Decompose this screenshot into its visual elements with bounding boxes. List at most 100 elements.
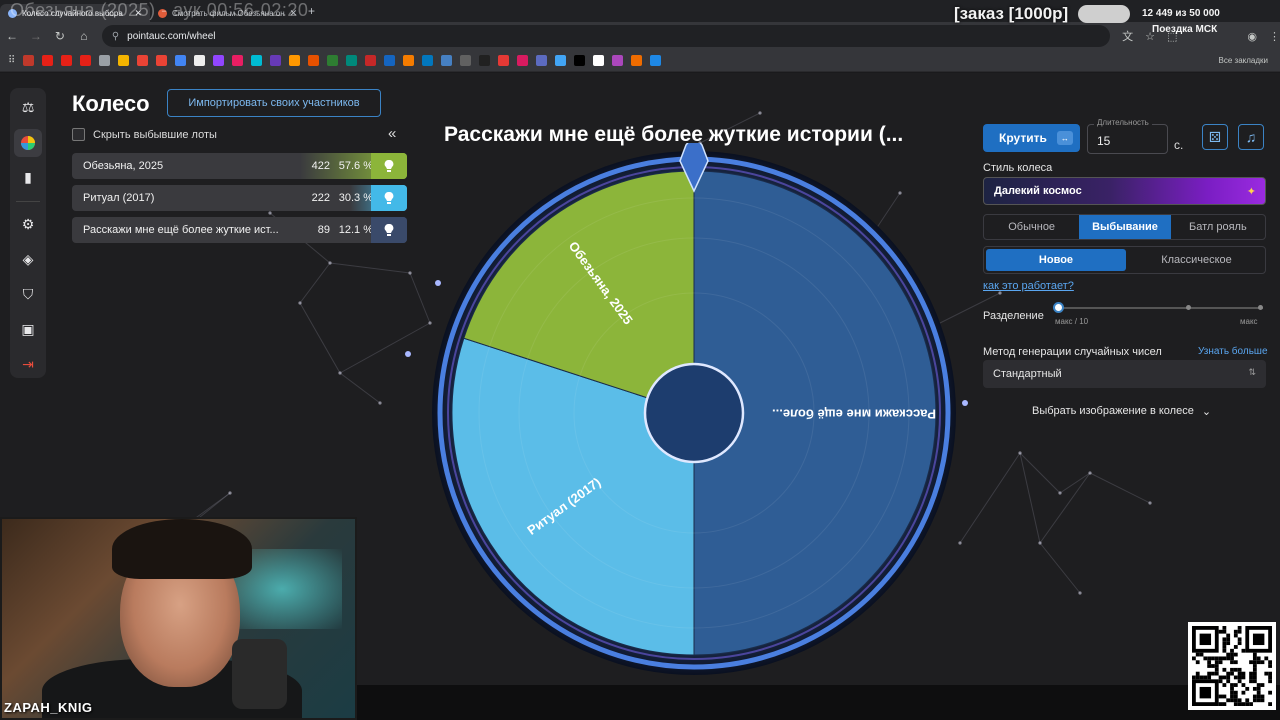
dice-icon[interactable]: ⚄ (1202, 124, 1228, 150)
youtube-icon[interactable] (80, 55, 92, 66)
slider-handle[interactable] (1053, 302, 1064, 313)
how-it-works-link[interactable]: как это работает? (983, 280, 1074, 292)
spin-button[interactable]: Крутить ↔ (983, 124, 1080, 152)
wheel[interactable]: Расскажи мне ещё боле...Ритуал (2017)Обе… (424, 143, 964, 683)
order-badge: [заказ [1000р] (954, 4, 1069, 23)
back-icon[interactable]: ← (0, 29, 24, 43)
import-participants-button[interactable]: Импортировать своих участников (167, 89, 381, 117)
profile-icon[interactable]: ◉ (1247, 30, 1257, 43)
site-info-icon[interactable]: ⚲ (112, 31, 119, 42)
mode-elimination[interactable]: Выбывание (1079, 215, 1171, 239)
sparkle-icon: ✦ (1246, 186, 1256, 198)
vk-icon[interactable] (441, 55, 453, 66)
url-text: pointauc.com/wheel (127, 30, 216, 42)
music-icon[interactable]: ♫ (1238, 124, 1264, 150)
lot-row[interactable]: Расскажи мне ещё более жуткие ист... 89 12… (72, 217, 407, 243)
bookmark-icon[interactable] (327, 55, 339, 66)
duration-input[interactable]: 15 (1087, 124, 1168, 154)
hide-eliminated-toggle[interactable]: Скрыть выбывшие лоты (72, 128, 217, 141)
lightbulb-icon[interactable] (371, 185, 407, 211)
mail-icon[interactable] (118, 55, 130, 66)
menu-icon[interactable]: ⋮ (1269, 30, 1280, 43)
translate-icon[interactable]: 文 (1122, 28, 1133, 44)
star (378, 401, 382, 405)
stats-icon[interactable]: ▮ (14, 164, 42, 192)
lot-row[interactable]: Обезьяна, 2025 422 57.6 % (72, 153, 407, 179)
rng-value: Стандартный (993, 368, 1062, 380)
bookmark-icon[interactable] (99, 55, 111, 66)
bookmark-icon[interactable] (498, 55, 510, 66)
bookmark-icon[interactable] (232, 55, 244, 66)
reload-icon[interactable]: ↻ (48, 29, 72, 43)
mode-normal[interactable]: Обычное (984, 215, 1079, 239)
bookmark-icon[interactable] (384, 55, 396, 66)
streamer-name: ZAPAH_KNIG (4, 700, 93, 715)
constellation-line (1089, 472, 1151, 504)
lot-percent: 12.1 % (338, 224, 373, 236)
spin-options-icon[interactable]: ↔ (1056, 131, 1073, 145)
bookmark-icon[interactable] (422, 55, 434, 66)
collapse-panel-icon[interactable]: « (388, 125, 396, 142)
bookmark-icon[interactable] (175, 55, 187, 66)
video-icon[interactable]: ▣ (14, 315, 42, 343)
settings-icon[interactable]: ⚙ (14, 211, 42, 239)
bookmark-icon[interactable] (270, 55, 282, 66)
bookmark-icon[interactable] (289, 55, 301, 66)
constellation-line (339, 322, 431, 374)
person-hair (112, 519, 252, 579)
wheel-icon[interactable] (14, 128, 42, 157)
bookmark-icon[interactable] (593, 55, 605, 66)
bookmark-icon[interactable] (308, 55, 320, 66)
forward-icon[interactable]: → (24, 29, 48, 43)
apps-icon[interactable]: ⠿ (8, 55, 15, 66)
checkbox[interactable] (72, 128, 85, 141)
variant-classic[interactable]: Классическое (1128, 247, 1265, 273)
all-bookmarks[interactable]: Все закладки (1219, 56, 1268, 65)
slider-tick (1186, 305, 1191, 310)
constellation-line (1019, 452, 1061, 494)
address-bar[interactable]: ⚲ pointauc.com/wheel (101, 25, 1111, 47)
bookmark-icon[interactable] (612, 55, 624, 66)
twitch-icon[interactable] (213, 55, 225, 66)
bookmark-icon[interactable] (251, 55, 263, 66)
bookmark-icon[interactable] (517, 55, 529, 66)
bookmark-icon[interactable] (460, 55, 472, 66)
separation-slider[interactable] (1058, 305, 1263, 310)
lot-amount: 422 (311, 160, 330, 172)
wheel-image-picker[interactable]: Выбрать изображение в колесе ⌄ (1032, 405, 1211, 418)
gmail-icon[interactable] (156, 55, 168, 66)
mode-battle-royale[interactable]: Батл рояль (1171, 215, 1265, 239)
variant-new[interactable]: Новое (986, 249, 1126, 271)
bookmark-icon[interactable] (555, 55, 567, 66)
style-value: Далекий космос (994, 185, 1082, 197)
bookmark-icon[interactable] (631, 55, 643, 66)
bookmark-icon[interactable] (194, 55, 206, 66)
star (228, 491, 232, 495)
star (1078, 591, 1082, 595)
bookmark-icon[interactable] (365, 55, 377, 66)
lot-row[interactable]: Ритуал (2017) 222 30.3 % (72, 185, 407, 211)
bookmark-icon[interactable] (650, 55, 662, 66)
lightbulb-icon[interactable] (371, 217, 407, 243)
hide-eliminated-label: Скрыть выбывшие лоты (93, 128, 217, 141)
bookmark-icon[interactable] (574, 55, 586, 66)
wheel-style-select[interactable]: Далекий космос ✦ (983, 177, 1266, 205)
home-icon[interactable]: ⌂ (72, 29, 96, 43)
rng-select[interactable]: Стандартный ⇅ (983, 360, 1266, 388)
lot-name: Обезьяна, 2025 (83, 160, 164, 172)
youtube-icon[interactable] (61, 55, 73, 66)
bookmark-icon[interactable] (479, 55, 491, 66)
bookmark-icon[interactable] (346, 55, 358, 66)
bookmark-icon[interactable] (23, 55, 35, 66)
bookmark-icon[interactable] (403, 55, 415, 66)
gavel-icon[interactable]: ⚖ (14, 94, 42, 122)
logout-icon[interactable]: ⇥ (14, 350, 42, 378)
lightbulb-icon[interactable] (371, 153, 407, 179)
bookmark-icon[interactable] (536, 55, 548, 66)
layers-icon[interactable]: ◈ (14, 246, 42, 274)
rng-learn-more-link[interactable]: Узнать больше (1198, 346, 1268, 357)
shield-icon[interactable]: ⛉ (14, 280, 42, 308)
stream-title-overlay: Обезьяна (2025) - аук 00:56-02:20 (10, 0, 309, 20)
gmail-icon[interactable] (137, 55, 149, 66)
youtube-icon[interactable] (42, 55, 54, 66)
